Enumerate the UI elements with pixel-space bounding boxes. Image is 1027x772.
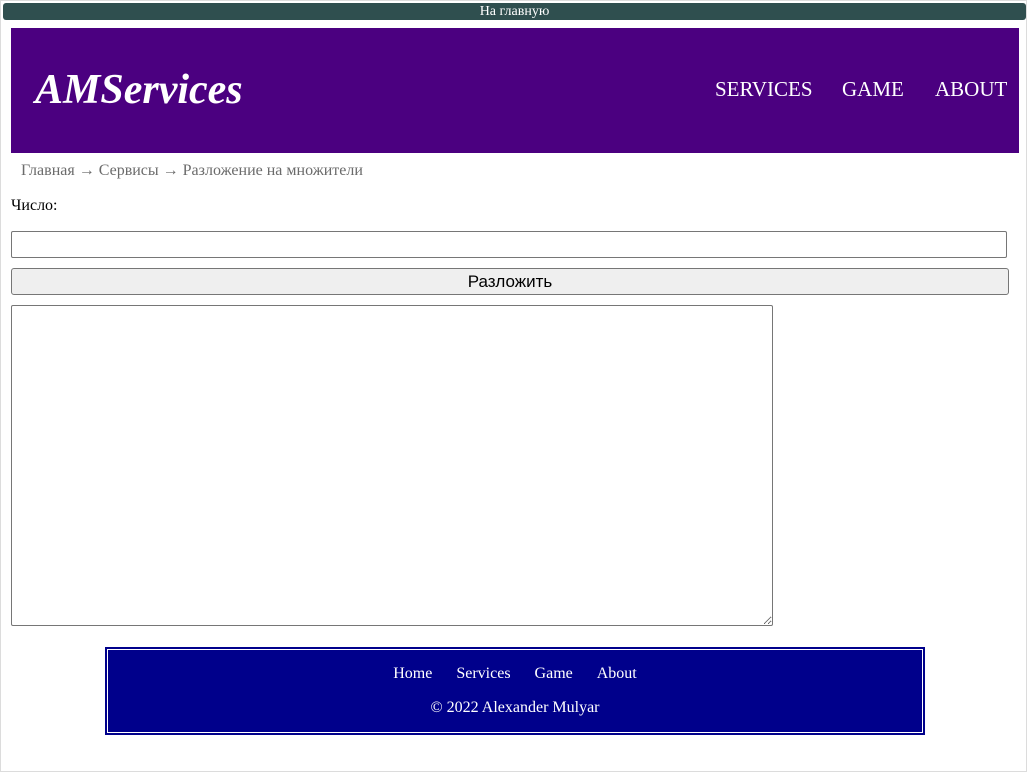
result-textarea[interactable] xyxy=(11,305,773,626)
factorize-button[interactable]: Разложить xyxy=(11,268,1009,295)
breadcrumb-separator: → xyxy=(162,162,179,179)
breadcrumb-services-link[interactable]: Сервисы xyxy=(99,162,159,179)
breadcrumb-current: Разложение на множители xyxy=(182,162,363,179)
nav-game-link[interactable]: GAME xyxy=(842,76,904,102)
home-bar-link[interactable]: На главную xyxy=(3,3,1026,20)
footer-game-link[interactable]: Game xyxy=(535,665,573,682)
site-footer: Home Services Game About © 2022 Alexande… xyxy=(105,647,925,735)
footer-nav: Home Services Game About xyxy=(106,664,924,684)
nav-about-link[interactable]: ABOUT xyxy=(935,76,1007,102)
breadcrumb: Главная → Сервисы → Разложение на множит… xyxy=(21,161,363,181)
nav-services-link[interactable]: SERVICES xyxy=(715,76,813,102)
breadcrumb-home-link[interactable]: Главная xyxy=(21,162,75,179)
number-label: Число: xyxy=(11,197,58,214)
page-frame: На главную AMServices SERVICES GAME ABOU… xyxy=(0,0,1027,772)
footer-services-link[interactable]: Services xyxy=(456,665,510,682)
site-logo[interactable]: AMServices xyxy=(35,65,243,115)
footer-about-link[interactable]: About xyxy=(597,665,637,682)
copyright-text: © 2022 Alexander Mulyar xyxy=(430,699,600,716)
number-input[interactable] xyxy=(11,231,1007,258)
breadcrumb-separator: → xyxy=(78,162,95,179)
site-header: AMServices SERVICES GAME ABOUT xyxy=(11,28,1019,153)
footer-home-link[interactable]: Home xyxy=(393,665,432,682)
